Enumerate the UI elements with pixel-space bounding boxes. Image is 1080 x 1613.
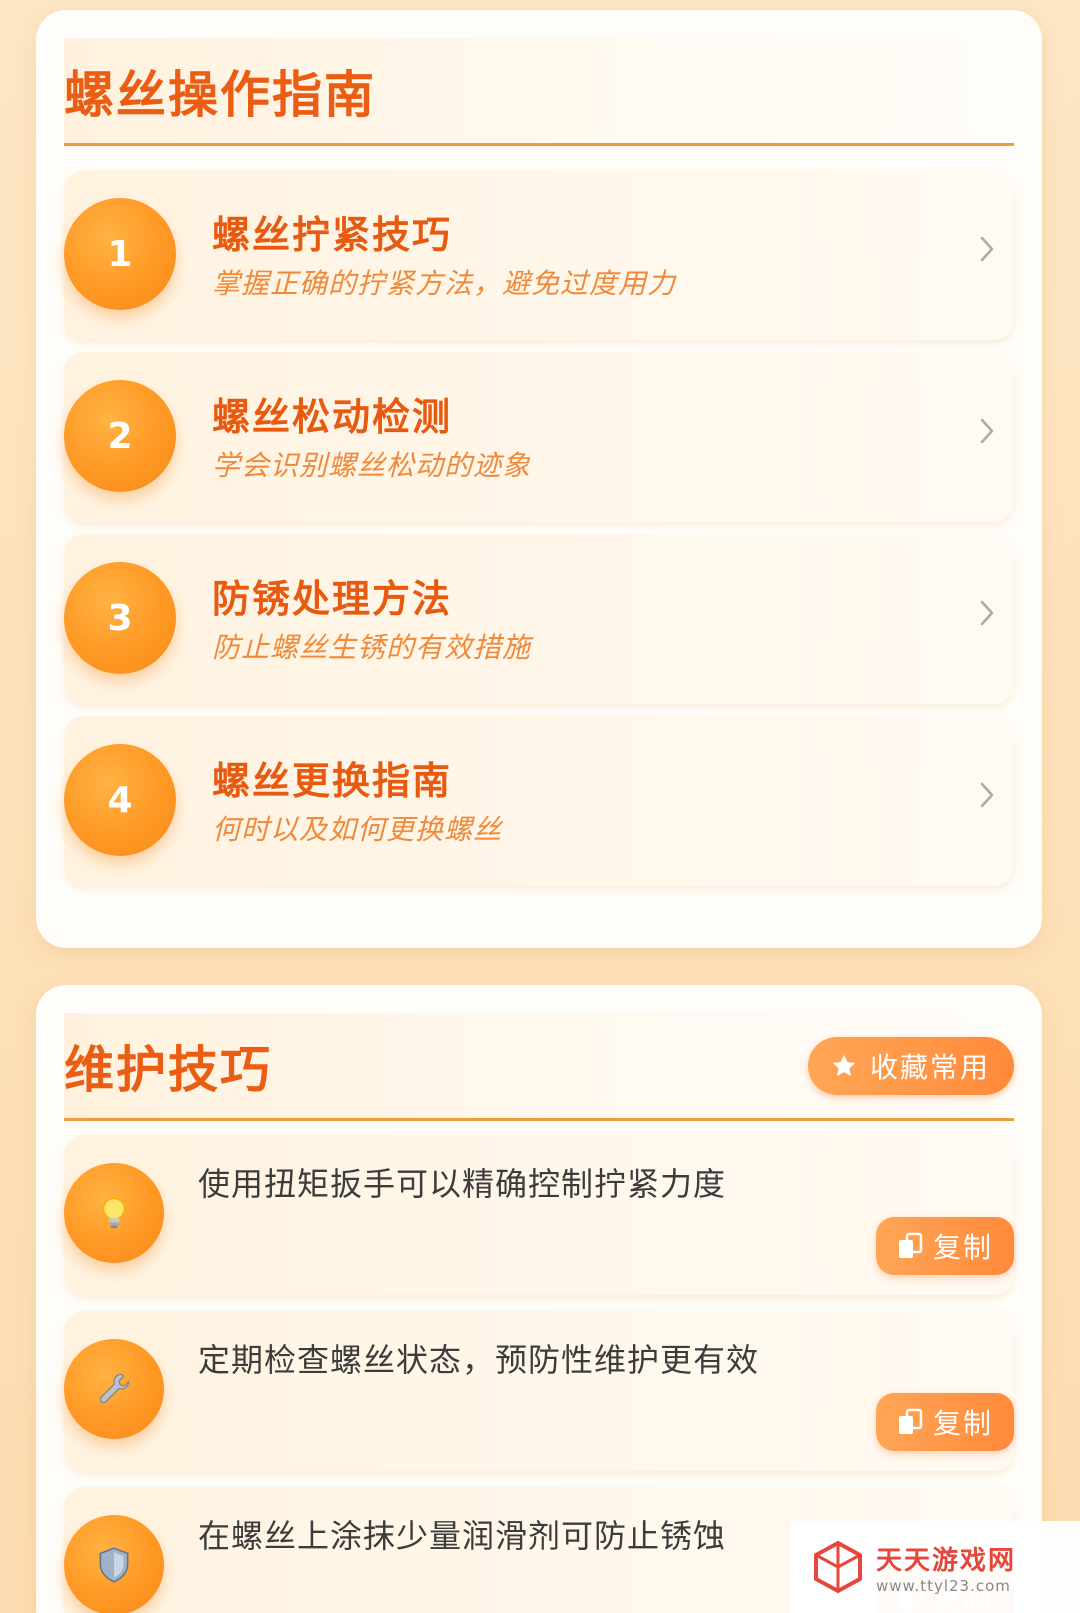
guide-item-4[interactable]: 4 螺丝更换指南 何时以及如何更换螺丝 <box>64 716 1014 886</box>
chevron-right-icon <box>980 600 994 626</box>
copy-icon <box>898 1408 923 1434</box>
tip-item-2: 定期检查螺丝状态，预防性维护更有效 复制 <box>64 1311 1014 1471</box>
copy-button[interactable]: 复制 <box>876 1393 1014 1451</box>
tip-icon-badge <box>64 1515 164 1613</box>
watermark-logo-icon <box>814 1540 862 1594</box>
copy-label: 复制 <box>932 1407 993 1440</box>
tips-title: 维护技巧 <box>64 1040 272 1099</box>
chevron-right-icon <box>980 782 994 808</box>
tip-text: 定期检查螺丝状态，预防性维护更有效 <box>198 1341 760 1379</box>
watermark: 天天游戏网 www.ttyl23.com <box>790 1521 1080 1613</box>
guide-item-subtitle: 掌握正确的拧紧方法，避免过度用力 <box>212 267 677 300</box>
watermark-url: www.ttyl23.com <box>876 1576 1011 1595</box>
guide-item-subtitle: 何时以及如何更换螺丝 <box>212 813 503 846</box>
guide-item-subtitle: 学会识别螺丝松动的迹象 <box>212 449 532 482</box>
tips-header: 维护技巧 收藏常用 <box>64 1013 1014 1121</box>
wrench-icon <box>99 1373 130 1404</box>
guide-card: 螺丝操作指南 1 螺丝拧紧技巧 掌握正确的拧紧方法，避免过度用力 2 螺丝松动检… <box>36 10 1042 948</box>
copy-icon <box>898 1232 923 1258</box>
watermark-name: 天天游戏网 <box>876 1545 1017 1576</box>
guide-number-badge: 3 <box>64 562 176 674</box>
guide-header: 螺丝操作指南 <box>64 38 1014 146</box>
chevron-right-icon <box>980 236 994 262</box>
guide-item-title: 防锈处理方法 <box>212 577 453 621</box>
guide-item-2[interactable]: 2 螺丝松动检测 学会识别螺丝松动的迹象 <box>64 352 1014 522</box>
tips-card: 维护技巧 收藏常用 使用扭矩扳手可以精确控制拧紧力度 复制 定期检查螺丝状态，预… <box>36 985 1042 1613</box>
favorite-button[interactable]: 收藏常用 <box>807 1036 1014 1095</box>
guide-number-badge: 4 <box>64 744 176 856</box>
guide-item-1[interactable]: 1 螺丝拧紧技巧 掌握正确的拧紧方法，避免过度用力 <box>64 170 1014 340</box>
tip-text: 使用扭矩扳手可以精确控制拧紧力度 <box>198 1165 727 1203</box>
star-icon <box>832 1054 856 1076</box>
guide-item-title: 螺丝松动检测 <box>212 395 453 439</box>
shield-icon <box>99 1547 129 1583</box>
guide-item-title: 螺丝拧紧技巧 <box>212 213 453 257</box>
tip-icon-badge <box>64 1339 164 1439</box>
chevron-right-icon <box>980 418 994 444</box>
tip-item-1: 使用扭矩扳手可以精确控制拧紧力度 复制 <box>64 1135 1014 1295</box>
lightbulb-icon <box>102 1197 126 1229</box>
guide-number-badge: 2 <box>64 380 176 492</box>
favorite-label: 收藏常用 <box>869 1050 990 1084</box>
guide-item-3[interactable]: 3 防锈处理方法 防止螺丝生锈的有效措施 <box>64 534 1014 704</box>
copy-label: 复制 <box>932 1231 993 1264</box>
copy-button[interactable]: 复制 <box>876 1217 1014 1275</box>
guide-title: 螺丝操作指南 <box>64 65 376 124</box>
guide-item-title: 螺丝更换指南 <box>212 759 453 803</box>
tip-text: 在螺丝上涂抹少量润滑剂可防止锈蚀 <box>198 1517 727 1555</box>
tip-icon-badge <box>64 1163 164 1263</box>
guide-number-badge: 1 <box>64 198 176 310</box>
guide-item-subtitle: 防止螺丝生锈的有效措施 <box>212 631 532 664</box>
